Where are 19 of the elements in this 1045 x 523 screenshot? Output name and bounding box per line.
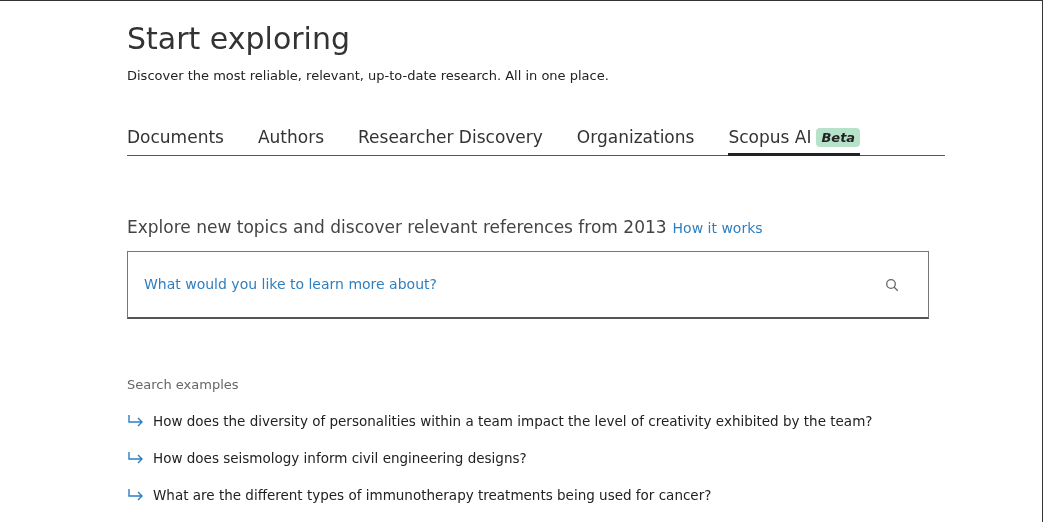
arrow-icon <box>127 487 145 502</box>
section-heading: Search examples <box>127 376 240 392</box>
arrow-icon <box>127 413 145 428</box>
search-field[interactable]: What would you like to learn more about? <box>127 250 929 319</box>
intro-text: Explore new topics and discover relevant references from 2013 <box>127 216 667 237</box>
arrow-icon <box>127 450 145 465</box>
page-subtitle: Discover the most reliable, relevant, up-to-date research. All in one place. <box>127 68 610 83</box>
tab[interactable]: Documents <box>127 127 224 156</box>
tab[interactable]: Researcher Discovery <box>358 127 543 156</box>
search-example-link[interactable]: What are the different types of immunotherapy treatments being used for cancer? <box>153 486 712 503</box>
tab[interactable]: Scopus AI Beta <box>728 127 861 156</box>
tab[interactable]: Organizations <box>576 127 695 156</box>
search-icon[interactable] <box>885 277 899 292</box>
tab[interactable]: Authors <box>257 127 325 156</box>
search-example-link[interactable]: How does the diversity of personalities within a team impact the level of creativity exhibited by the team? <box>153 412 873 429</box>
page-title: Start exploring <box>127 21 351 56</box>
beta-badge: Beta <box>816 127 861 147</box>
search-example-link[interactable]: How does seismology inform civil engineering designs? <box>153 449 527 466</box>
how-it-works-link[interactable]: How it works <box>672 219 763 236</box>
